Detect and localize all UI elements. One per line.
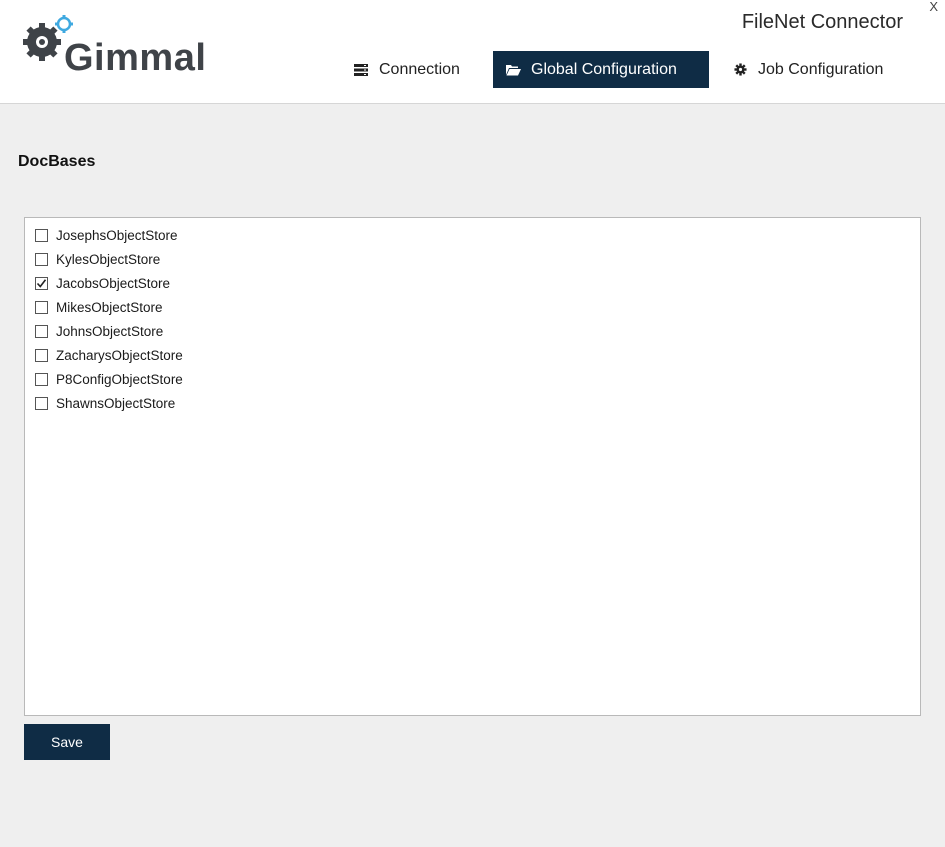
docbase-checkbox[interactable] <box>35 324 48 338</box>
docbase-label: MikesObjectStore <box>56 299 163 315</box>
app-title: FileNet Connector <box>741 11 903 33</box>
tab-connection[interactable]: Connection <box>341 51 472 88</box>
tab-label: Connection <box>379 60 460 78</box>
docbase-item[interactable]: KylesObjectStore <box>25 247 920 271</box>
docbases-listbox[interactable]: JosephsObjectStore KylesObjectStore Jacobs… <box>24 217 921 716</box>
docbase-item[interactable]: JosephsObjectStore <box>25 223 920 247</box>
docbase-item[interactable]: P8ConfigObjectStore <box>25 367 920 391</box>
docbase-checkbox[interactable] <box>35 276 48 290</box>
docbase-label: KylesObjectStore <box>56 251 161 267</box>
docbase-checkbox[interactable] <box>35 372 48 386</box>
docbase-item[interactable]: JohnsObjectStore <box>25 319 920 343</box>
docbase-item[interactable]: ZacharysObjectStore <box>25 343 920 367</box>
docbase-label: JohnsObjectStore <box>56 323 164 339</box>
docbase-checkbox[interactable] <box>35 252 48 266</box>
server-icon <box>353 62 369 78</box>
checkmark-icon <box>36 278 47 288</box>
section-title: DocBases <box>18 153 96 170</box>
docbase-label: P8ConfigObjectStore <box>56 371 183 387</box>
docbase-checkbox[interactable] <box>35 300 48 314</box>
tab-label: Global Configuration <box>531 60 677 78</box>
docbase-checkbox[interactable] <box>35 348 48 362</box>
gear-icon <box>732 62 748 78</box>
docbase-label: JacobsObjectStore <box>56 275 171 291</box>
docbase-item[interactable]: MikesObjectStore <box>25 295 920 319</box>
tab-global-configuration[interactable]: Global Configuration <box>493 51 709 88</box>
docbase-label: JosephsObjectStore <box>56 227 178 243</box>
docbase-checkbox[interactable] <box>35 396 48 410</box>
close-button[interactable]: X <box>929 0 938 14</box>
folder-open-icon <box>505 62 521 78</box>
docbase-label: ShawnsObjectStore <box>56 395 176 411</box>
tab-label: Job Configuration <box>758 60 884 78</box>
tab-job-configuration[interactable]: Job Configuration <box>720 51 895 88</box>
docbase-item[interactable]: JacobsObjectStore <box>25 271 920 295</box>
docbase-item[interactable]: ShawnsObjectStore <box>25 391 920 415</box>
app-header: Gimmal FileNet Connector X Connection Gl… <box>0 0 945 104</box>
docbase-label: ZacharysObjectStore <box>56 347 183 363</box>
main-nav: Connection Global Configuration Job Conf… <box>0 51 945 89</box>
docbase-checkbox[interactable] <box>35 228 48 242</box>
save-button[interactable]: Save <box>24 724 110 760</box>
